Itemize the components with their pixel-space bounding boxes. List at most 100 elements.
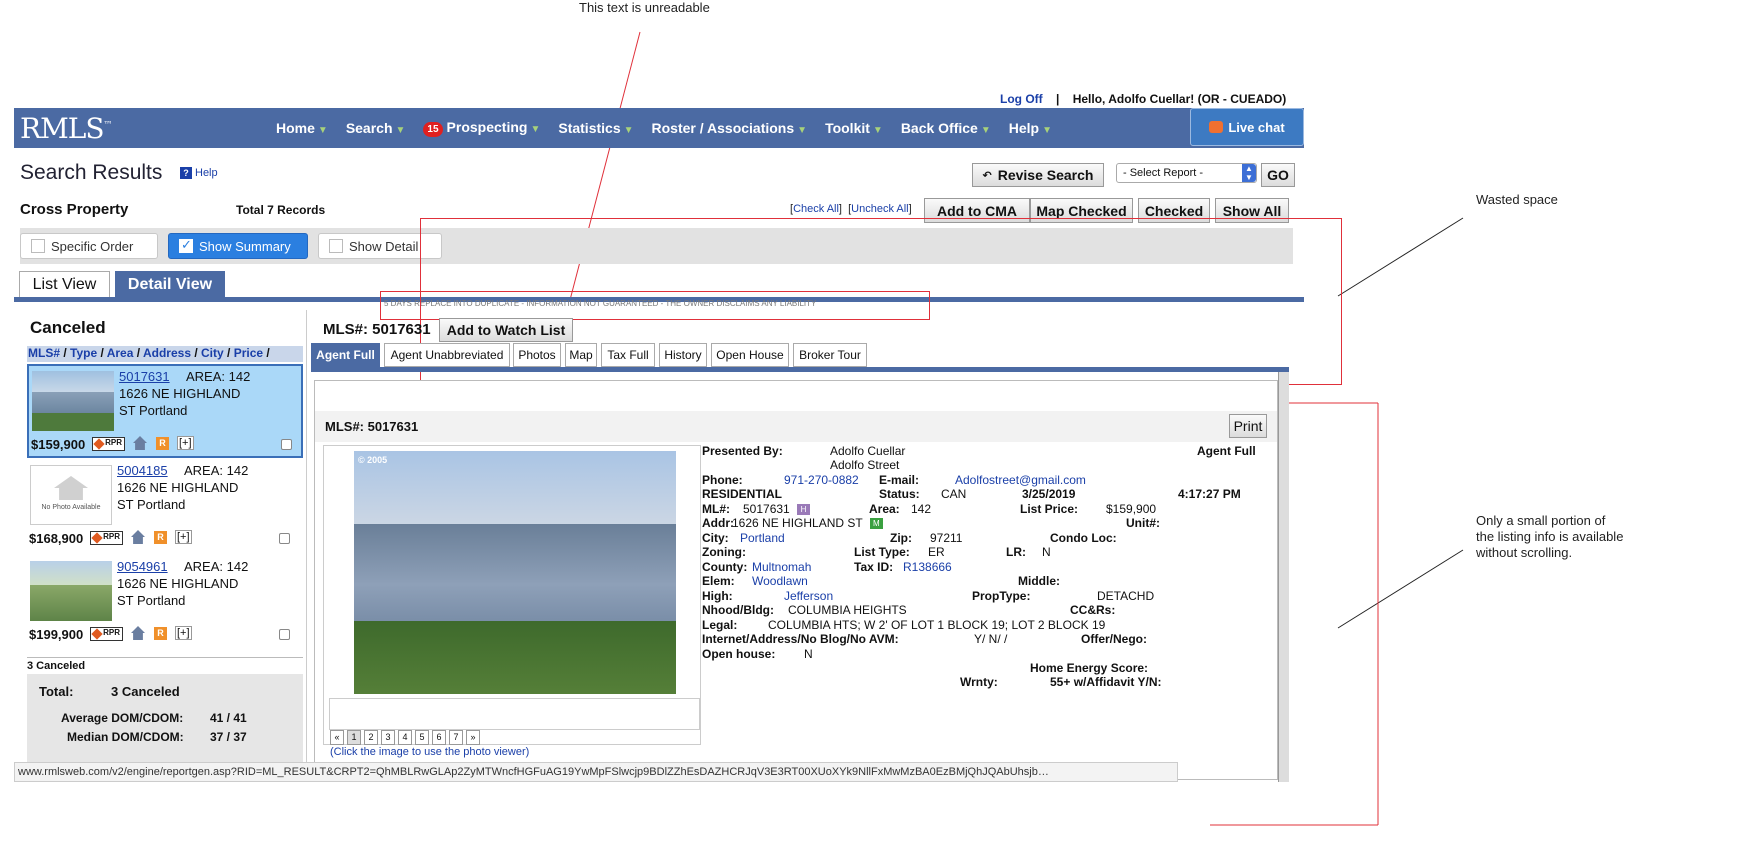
nhood-value: COLUMBIA HEIGHTS [788, 603, 907, 617]
tab-agent-full[interactable]: Agent Full [311, 343, 380, 367]
nav-statistics[interactable]: Statistics ▼ [558, 120, 633, 136]
pager-first[interactable]: « [330, 730, 344, 745]
listing-price: $159,900 [31, 437, 86, 452]
expand-button[interactable]: [+] [175, 530, 192, 544]
city-link[interactable]: Portland [740, 531, 785, 545]
list-item[interactable]: No Photo Available 5004185 AREA: 142 162… [27, 460, 303, 554]
r-report-icon[interactable]: R [154, 531, 167, 544]
expand-button[interactable]: [+] [175, 626, 192, 640]
nav-back-office[interactable]: Back Office ▼ [901, 120, 991, 136]
nav-roster[interactable]: Roster / Associations ▼ [652, 120, 808, 136]
high-school-link[interactable]: Jefferson [784, 589, 833, 603]
live-chat-button[interactable]: Live chat [1190, 108, 1304, 146]
logoff-link[interactable]: Log Off [1000, 92, 1043, 106]
revise-search-button[interactable]: ↶ Revise Search [972, 163, 1104, 187]
history-badge-icon[interactable]: H [797, 504, 811, 516]
tab-photos[interactable]: Photos [513, 343, 561, 367]
home-icon[interactable] [131, 626, 145, 640]
tab-detail-view[interactable]: Detail View [115, 271, 225, 298]
rpr-icon[interactable]: RPR [92, 437, 125, 451]
annotation-small-portion: Only a small portion of the listing info… [1476, 513, 1624, 560]
pager-page[interactable]: 1 [347, 730, 361, 745]
tab-map[interactable]: Map [565, 343, 597, 367]
pager-page[interactable]: 3 [381, 730, 395, 745]
uncheck-all-link[interactable]: Uncheck All [851, 203, 908, 215]
tax-id-link[interactable]: R138666 [903, 560, 952, 574]
check-all-link[interactable]: Check All [793, 203, 839, 215]
listing-mls-link[interactable]: 9054961 [117, 559, 168, 574]
sort-area[interactable]: Area [107, 346, 134, 360]
main-listing-photo[interactable]: © 2005 [354, 451, 676, 694]
sort-price[interactable]: Price [234, 346, 263, 360]
help-link[interactable]: ? Help [180, 167, 218, 179]
status-label: Status: [879, 487, 920, 501]
dropdown-arrows-icon: ▲ ▼ [1242, 164, 1256, 182]
nav-prospecting-label: Prospecting [446, 119, 528, 135]
rpr-icon[interactable]: RPR [90, 531, 123, 545]
go-button[interactable]: GO [1261, 163, 1295, 187]
elementary-link[interactable]: Woodlawn [752, 574, 808, 588]
pager-page[interactable]: 5 [415, 730, 429, 745]
nav-toolkit[interactable]: Toolkit ▼ [825, 120, 883, 136]
nav-home[interactable]: Home ▼ [276, 120, 328, 136]
annotation-wasted-space: Wasted space [1476, 192, 1558, 207]
pager-page[interactable]: 4 [398, 730, 412, 745]
report-type-label: Agent Full [1197, 444, 1256, 458]
phone-link[interactable]: 971-270-0882 [784, 473, 859, 487]
tab-open-house[interactable]: Open House [711, 343, 789, 367]
r-report-icon[interactable]: R [154, 627, 167, 640]
show-summary-toggle[interactable]: Show Summary [168, 233, 308, 259]
back-arrow-icon: ↶ [982, 169, 992, 182]
sort-city[interactable]: City [201, 346, 224, 360]
list-item[interactable]: 9054961 AREA: 142 1626 NE HIGHLAND ST Po… [27, 556, 303, 650]
email-link[interactable]: Adolfostreet@gmail.com [955, 473, 1086, 487]
print-button[interactable]: Print [1229, 414, 1267, 438]
listing-address-line2: ST Portland [117, 497, 186, 512]
home-icon[interactable] [133, 436, 147, 450]
expand-button[interactable]: [+] [177, 436, 194, 450]
detail-mls-header: MLS#: 5017631 [323, 321, 431, 338]
nav-search[interactable]: Search ▼ [346, 120, 406, 136]
tab-list-view[interactable]: List View [19, 271, 110, 298]
pager-page[interactable]: 2 [364, 730, 378, 745]
rmls-logo[interactable]: RMLS™ [20, 112, 113, 145]
help-label: Help [195, 167, 218, 179]
sort-address[interactable]: Address [143, 346, 191, 360]
listing-checkbox[interactable] [279, 629, 290, 640]
county-link[interactable]: Multnomah [752, 560, 811, 574]
pager-page[interactable]: 7 [449, 730, 463, 745]
tab-tax-full[interactable]: Tax Full [601, 343, 655, 367]
nav-help[interactable]: Help ▼ [1009, 120, 1052, 136]
chevron-down-icon: ▼ [530, 124, 541, 135]
tab-broker-tour[interactable]: Broker Tour [793, 343, 867, 367]
results-list: Canceled MLS# / Type / Area / Address / … [27, 310, 303, 764]
pager-page[interactable]: 6 [432, 730, 446, 745]
listing-thumbnail[interactable] [30, 561, 112, 621]
listing-mls-link[interactable]: 5017631 [119, 369, 170, 384]
listing-thumbnail[interactable] [32, 371, 114, 431]
sort-mls[interactable]: MLS# [28, 346, 60, 360]
user-greeting: Hello, Adolfo Cuellar! (OR - CUEADO) [1072, 92, 1287, 106]
list-item[interactable]: 5017631 AREA: 142 1626 NE HIGHLAND ST Po… [27, 364, 303, 458]
photo-viewer-hint[interactable]: (Click the image to use the photo viewer… [330, 746, 529, 758]
rpr-icon[interactable]: RPR [90, 627, 123, 641]
sort-type[interactable]: Type [70, 346, 97, 360]
detail-scrollbar[interactable] [1278, 372, 1289, 782]
r-report-icon[interactable]: R [156, 437, 169, 450]
pager-last[interactable]: » [466, 730, 480, 745]
total-records: Total 7 Records [236, 203, 326, 217]
listing-checkbox[interactable] [281, 439, 292, 450]
map-badge-icon[interactable]: M [869, 518, 883, 530]
listing-mls-link[interactable]: 5004185 [117, 463, 168, 478]
nav-prospecting[interactable]: 15 Prospecting ▼ [423, 119, 540, 137]
home-icon[interactable] [131, 530, 145, 544]
specific-order-toggle[interactable]: Specific Order [20, 233, 158, 259]
tab-history[interactable]: History [659, 343, 707, 367]
area-value: 142 [911, 502, 932, 516]
add-to-watch-list-button[interactable]: Add to Watch List [439, 318, 573, 342]
open-house-label: Open house: [702, 647, 776, 661]
listing-checkbox[interactable] [279, 533, 290, 544]
select-report-dropdown[interactable]: - Select Report - ▲ ▼ [1116, 163, 1257, 183]
tab-agent-unabbreviated[interactable]: Agent Unabbreviated [384, 343, 510, 367]
ccrs-label: CC&Rs: [1070, 603, 1116, 617]
